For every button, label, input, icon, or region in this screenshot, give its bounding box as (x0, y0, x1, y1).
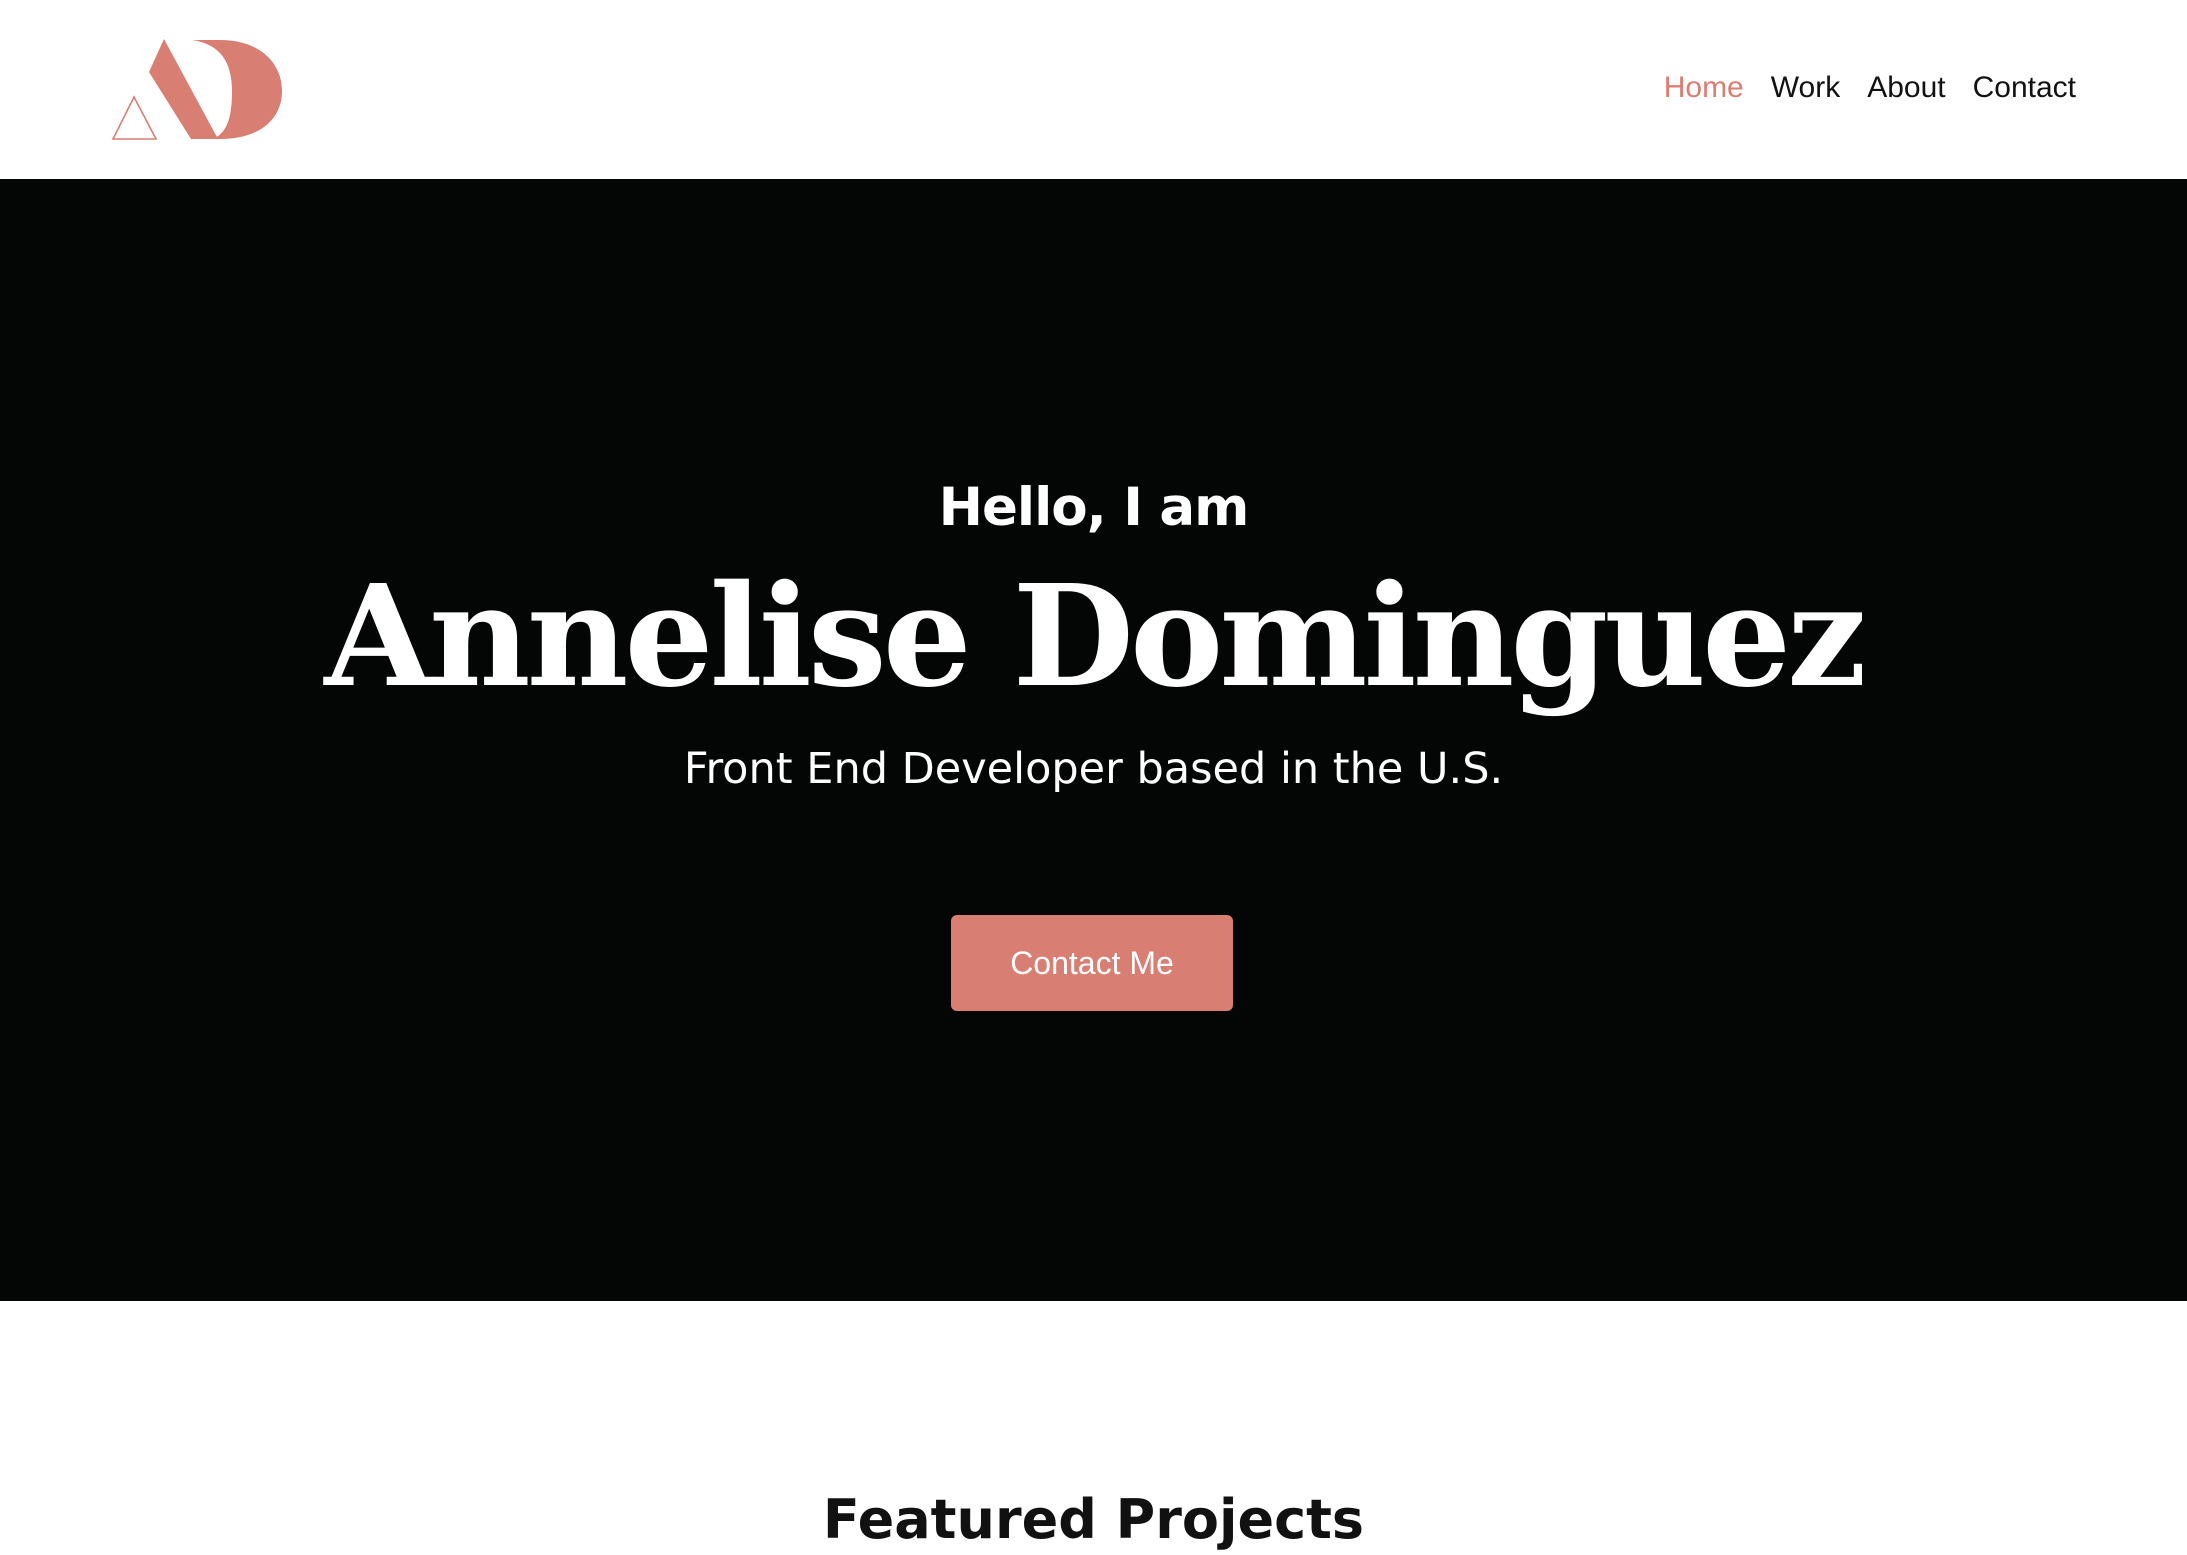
hero-section: Hello, I am Annelise Dominguez Front End… (0, 179, 2187, 1301)
nav-home-link[interactable]: Home (1664, 66, 1744, 110)
nav-contact-link[interactable]: Contact (1973, 66, 2076, 110)
main-nav: Home Work About Contact (1664, 66, 2076, 110)
hero-name: Annelise Dominguez (324, 555, 1866, 719)
featured-projects-title: Featured Projects (822, 1488, 1365, 1551)
ad-monogram-logo-icon[interactable] (112, 36, 284, 142)
hero-tagline: Front End Developer based in the U.S. (683, 744, 1504, 794)
nav-about-link[interactable]: About (1867, 66, 1945, 110)
nav-work-link[interactable]: Work (1771, 66, 1840, 110)
contact-me-button[interactable]: Contact Me (951, 915, 1233, 1011)
site-header: Home Work About Contact (0, 0, 2187, 179)
hero-greeting: Hello, I am (938, 477, 1250, 538)
